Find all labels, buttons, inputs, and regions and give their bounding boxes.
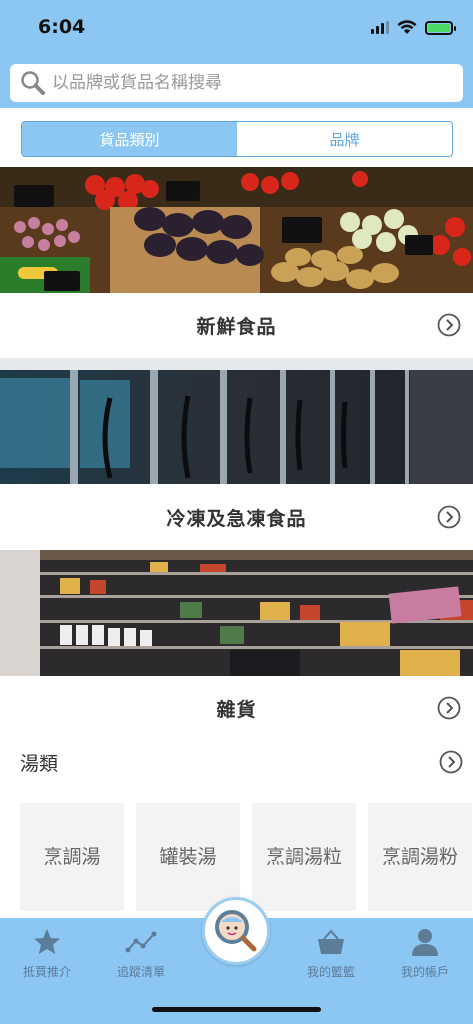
segmented-control: 貨品類別 品牌: [21, 121, 453, 157]
subcategory-tile[interactable]: 烹調湯粒: [252, 803, 356, 911]
section-title: 湯類: [20, 752, 59, 775]
fresh-food-banner[interactable]: [0, 167, 473, 293]
grocery-banner[interactable]: [0, 550, 473, 676]
cellular-signal-icon: [371, 21, 389, 34]
tab-account[interactable]: 我的帳戶: [378, 926, 472, 980]
user-icon: [412, 929, 438, 956]
category-label: 冷凍及急凍食品: [166, 507, 307, 530]
chevron-right-icon: [439, 750, 463, 774]
basket-icon: [318, 929, 344, 954]
home-indicator: [152, 1007, 321, 1012]
soup-subcategory-list: 烹調湯 罐裝湯 烹調湯粒 烹調湯粉: [20, 803, 473, 911]
category-label: 新鮮食品: [196, 315, 277, 338]
status-icons: [371, 20, 456, 35]
category-fresh-food[interactable]: 新鮮食品: [0, 292, 473, 358]
scan-search-button[interactable]: [202, 897, 270, 965]
magnifier-face-icon: [215, 910, 257, 952]
category-frozen-food[interactable]: 冷凍及急凍食品: [0, 484, 473, 550]
tab-deals[interactable]: 抵買推介: [0, 926, 94, 980]
soup-section-header[interactable]: 湯類: [20, 742, 465, 782]
search-icon: [21, 71, 45, 95]
category-label: 雜貨: [216, 698, 257, 721]
tab-watchlist[interactable]: 追蹤清單: [94, 926, 188, 980]
category-grocery[interactable]: 雜貨: [0, 675, 473, 741]
subcategory-tile[interactable]: 罐裝湯: [136, 803, 240, 911]
chevron-right-icon: [437, 505, 461, 529]
wifi-icon: [397, 20, 417, 34]
tab-brand[interactable]: 品牌: [237, 122, 452, 156]
tab-label: 追蹤清單: [116, 965, 165, 979]
subcategory-tile[interactable]: 烹調湯粉: [368, 803, 472, 911]
tab-basket[interactable]: 我的籃籃: [284, 926, 378, 980]
top-bar: 6:04: [0, 0, 473, 108]
search-bar[interactable]: [10, 64, 463, 102]
battery-icon: [425, 20, 456, 35]
trend-icon: [125, 931, 157, 953]
frozen-food-banner[interactable]: [0, 358, 473, 484]
tab-category[interactable]: 貨品類別: [22, 122, 237, 156]
chevron-right-icon: [437, 313, 461, 337]
chevron-right-icon: [437, 696, 461, 720]
star-icon: [34, 929, 60, 954]
tab-label: 抵買推介: [22, 965, 71, 979]
subcategory-tile[interactable]: 烹調湯: [20, 803, 124, 911]
tab-label: 我的帳戶: [400, 965, 449, 979]
tab-label: 我的籃籃: [306, 965, 355, 979]
status-time: 6:04: [38, 16, 86, 38]
search-input[interactable]: [52, 73, 432, 93]
